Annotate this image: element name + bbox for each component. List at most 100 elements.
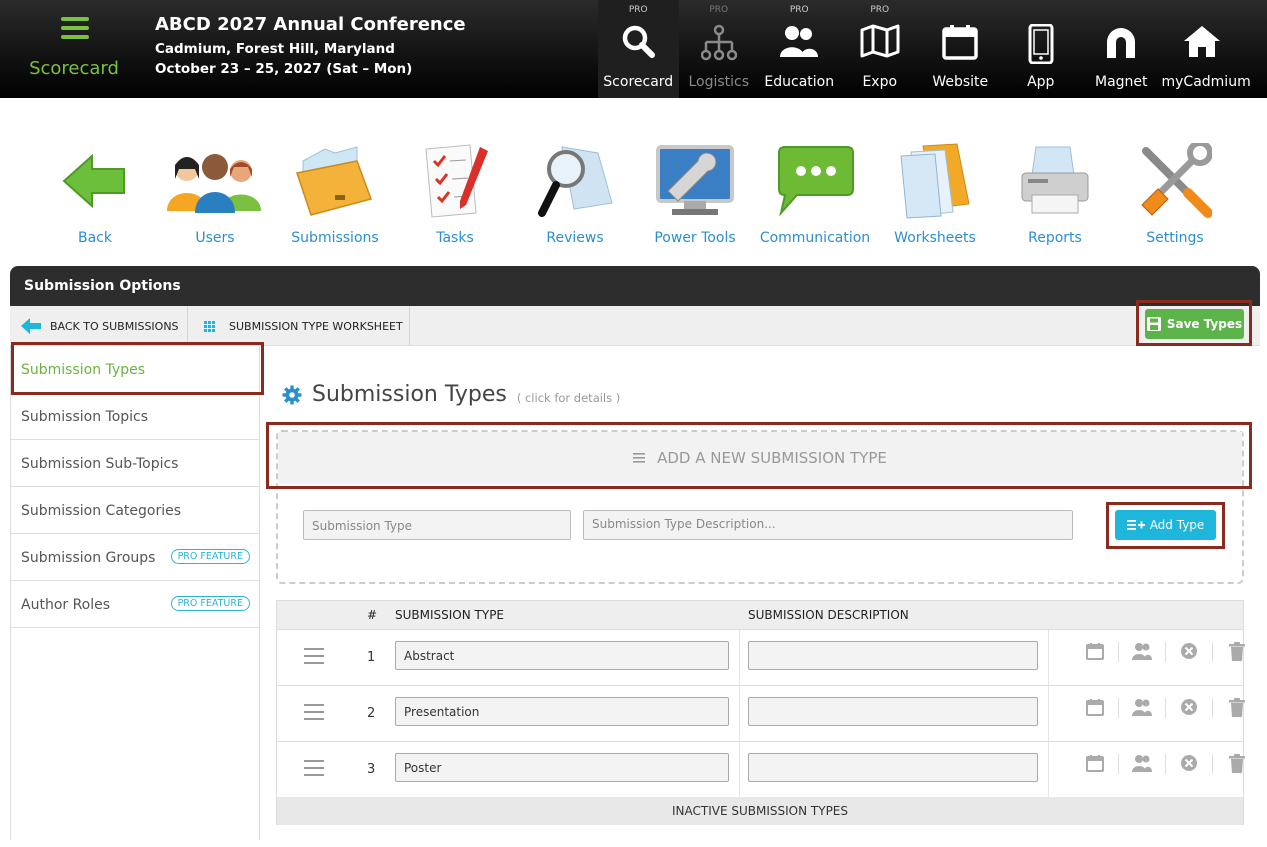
column-divider (739, 742, 740, 797)
table-row: 3 Poster (277, 741, 1245, 797)
trash-icon[interactable] (1213, 698, 1260, 718)
phone-icon (1001, 24, 1082, 64)
calendar-icon[interactable] (1072, 642, 1119, 662)
module-label: Reports (1028, 230, 1082, 246)
topnav-label: myCadmium (1161, 74, 1251, 90)
module-reviews[interactable]: Reviews (515, 140, 635, 246)
module-reports[interactable]: Reports (995, 140, 1115, 246)
module-settings[interactable]: Settings (1115, 140, 1235, 246)
add-type-label: Add Type (1149, 518, 1205, 532)
printer-icon (995, 140, 1115, 222)
back-arrow-icon (20, 317, 42, 335)
calendar-icon[interactable] (1072, 698, 1119, 718)
row-type-input[interactable]: Abstract (395, 641, 729, 670)
hierarchy-icon (679, 24, 760, 64)
section-title[interactable]: Submission Types ( click for details ) (282, 382, 620, 407)
topnav-label: App (1027, 74, 1055, 90)
users-icon[interactable] (1119, 754, 1166, 774)
module-submissions[interactable]: Submissions (275, 140, 395, 246)
module-worksheets[interactable]: Worksheets (875, 140, 995, 246)
deactivate-icon[interactable] (1166, 754, 1213, 774)
users-icon[interactable] (1119, 698, 1166, 718)
pro-feature-badge: PRO FEATURE (170, 549, 250, 564)
module-power-tools[interactable]: Power Tools (635, 140, 755, 246)
pro-label: PRO (870, 5, 890, 15)
magnet-icon (1081, 24, 1162, 64)
column-divider (1048, 686, 1049, 741)
topnav-label: Website (932, 74, 989, 90)
trash-icon[interactable] (1213, 642, 1260, 662)
submission-description-input[interactable]: Submission Type Description... (583, 510, 1073, 540)
back-to-submissions-button[interactable]: BACK TO SUBMISSIONS (10, 306, 188, 346)
col-submission-type: SUBMISSION TYPE (395, 608, 505, 622)
topnav-mycadmium[interactable]: myCadmium (1161, 0, 1251, 98)
topnav-magnet[interactable]: Magnet (1081, 0, 1162, 98)
sidebar-item-submission-categories[interactable]: Submission Categories (11, 487, 260, 534)
hamburger-icon[interactable] (61, 17, 89, 39)
brand-menu[interactable]: Scorecard (0, 0, 148, 98)
back-arrow-icon (35, 140, 155, 222)
tools-icon (1115, 140, 1235, 222)
submission-type-input[interactable]: Submission Type (303, 510, 571, 540)
documents-icon (875, 140, 995, 222)
module-users[interactable]: Users (155, 140, 275, 246)
save-types-button[interactable]: Save Types (1145, 309, 1244, 339)
monitor-wrench-icon (635, 140, 755, 222)
conference-dates: October 23 – 25, 2027 (Sat – Mon) (155, 61, 413, 77)
conference-title: ABCD 2027 Annual Conference (155, 14, 466, 35)
sidebar-item-submission-topics[interactable]: Submission Topics (11, 393, 260, 440)
conference-info: ABCD 2027 Annual Conference Cadmium, For… (155, 14, 466, 81)
calendar-icon[interactable] (1072, 754, 1119, 774)
list-add-icon (1126, 519, 1145, 531)
sidebar-item-submission-sub-topics[interactable]: Submission Sub-Topics (11, 440, 260, 487)
inactive-types-toggle[interactable]: INACTIVE SUBMISSION TYPES (277, 797, 1243, 825)
sidebar-item-author-roles[interactable]: Author Roles PRO FEATURE (11, 581, 260, 628)
module-label: Communication (759, 230, 871, 246)
folder-icon (275, 140, 395, 222)
topnav-logistics[interactable]: PRO Logistics (679, 0, 760, 98)
map-icon (840, 24, 921, 64)
pro-feature-badge: PRO FEATURE (170, 596, 250, 611)
deactivate-icon[interactable] (1166, 698, 1213, 718)
trash-icon[interactable] (1213, 754, 1260, 774)
pro-label: PRO (789, 5, 809, 15)
pro-label: PRO (628, 5, 648, 15)
sidebar-item-label: Submission Sub-Topics (21, 456, 179, 472)
users-icon[interactable] (1119, 642, 1166, 662)
drag-handle-icon[interactable] (304, 760, 324, 781)
home-icon (1162, 24, 1243, 64)
row-actions (1072, 698, 1260, 718)
sidebar-item-label: Submission Categories (21, 503, 182, 519)
drag-handle-icon[interactable] (304, 704, 324, 725)
topnav-expo[interactable]: PRO Expo (840, 0, 921, 98)
topnav-app[interactable]: App (1001, 0, 1082, 98)
panel-title: Submission Options (10, 266, 1260, 306)
module-tasks[interactable]: Tasks (395, 140, 515, 246)
topnav-education[interactable]: PRO Education (759, 0, 840, 98)
row-type-input[interactable]: Presentation (395, 697, 729, 726)
sidebar-item-submission-groups[interactable]: Submission Groups PRO FEATURE (11, 534, 260, 581)
topnav-label: Scorecard (603, 74, 674, 90)
topnav-scorecard[interactable]: PRO Scorecard (598, 0, 679, 98)
module-label: Users (195, 230, 235, 246)
row-description-input[interactable] (748, 641, 1038, 670)
row-description-input[interactable] (748, 753, 1038, 782)
drag-handle-icon[interactable] (304, 648, 324, 669)
module-label: Reviews (546, 230, 604, 246)
row-type-input[interactable]: Poster (395, 753, 729, 782)
topnav-label: Logistics (688, 74, 750, 90)
col-num: # (367, 608, 378, 622)
magnifier-icon (515, 140, 635, 222)
row-description-input[interactable] (748, 697, 1038, 726)
topnav-website[interactable]: Website (920, 0, 1001, 98)
sidebar-item-label: Submission Groups (21, 550, 156, 566)
module-back[interactable]: Back (35, 140, 155, 246)
back-to-submissions-label: BACK TO SUBMISSIONS (50, 319, 179, 333)
checklist-icon (395, 140, 515, 222)
worksheet-button[interactable]: SUBMISSION TYPE WORKSHEET (188, 306, 410, 346)
topnav-label: Magnet (1094, 74, 1148, 90)
section-subtitle: ( click for details ) (516, 390, 621, 405)
add-type-button[interactable]: Add Type (1115, 510, 1216, 540)
deactivate-icon[interactable] (1166, 642, 1213, 662)
module-communication[interactable]: Communication (755, 140, 875, 246)
